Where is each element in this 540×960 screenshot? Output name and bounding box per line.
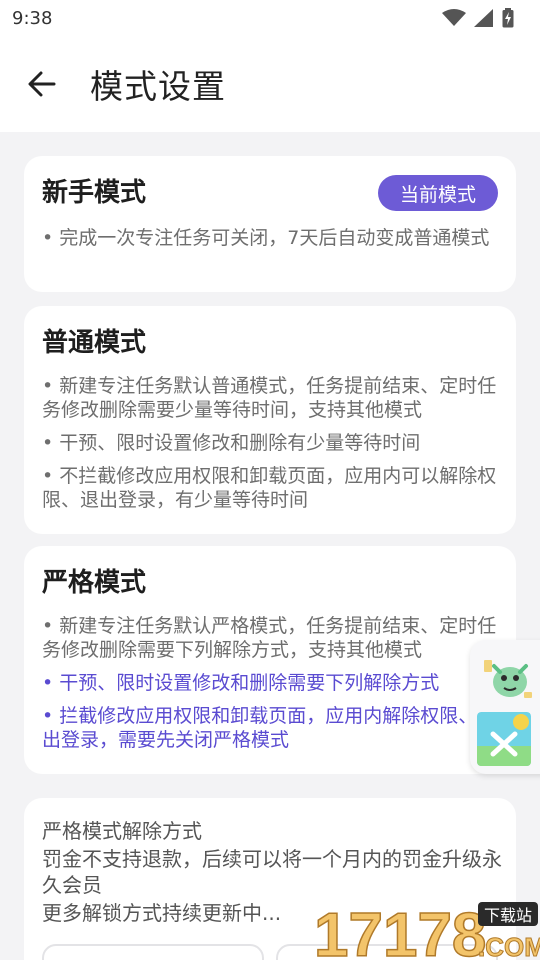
status-bar: 9:38 bbox=[0, 0, 540, 36]
description-line: • 干预、限时设置修改和删除有少量等待时间 bbox=[42, 432, 421, 454]
unlock-option-button[interactable] bbox=[42, 944, 264, 960]
app-bar: 模式设置 bbox=[0, 36, 540, 132]
description-line: • 不拦截修改应用权限和卸载页面，应用内可以解除权限、退出登录，有少量等待时间 bbox=[42, 465, 497, 511]
wifi-icon bbox=[442, 9, 466, 26]
back-button[interactable] bbox=[12, 54, 72, 114]
mode-description: • 完成一次专注任务可关闭，7天后自动变成普通模式 bbox=[42, 226, 498, 250]
mode-description: • 新建专注任务默认严格模式，任务提前结束、定时任务修改删除需要下列解除方式，支… bbox=[42, 614, 498, 752]
watermark-number: 17178 bbox=[314, 901, 486, 960]
mode-card-strict[interactable]: 严格模式 • 新建专注任务默认严格模式，任务提前结束、定时任务修改删除需要下列解… bbox=[24, 546, 516, 774]
signal-icon bbox=[474, 9, 493, 27]
arrow-left-icon bbox=[28, 71, 56, 97]
image-icon[interactable] bbox=[477, 712, 531, 766]
watermark-suffix: .COM bbox=[478, 932, 540, 960]
unlock-description: 罚金不支持退款，后续可以将一个月内的罚金升级永久会员 bbox=[42, 847, 502, 897]
mode-card-normal[interactable]: 普通模式 • 新建专注任务默认普通模式，任务提前结束、定时任务修改删除需要少量等… bbox=[24, 306, 516, 534]
description-line-highlight: • 干预、限时设置修改和删除需要下列解除方式 bbox=[42, 672, 440, 694]
battery-icon bbox=[502, 8, 514, 28]
page-title: 模式设置 bbox=[90, 67, 226, 106]
current-mode-badge: 当前模式 bbox=[378, 175, 498, 211]
unlock-title: 严格模式解除方式 bbox=[42, 819, 202, 843]
description-line-highlight: • 拦截修改应用权限和卸载页面，应用内解除权限、退出登录，需要先关闭严格模式 bbox=[42, 705, 497, 751]
mode-description: • 新建专注任务默认普通模式，任务提前结束、定时任务修改删除需要少量等待时间，支… bbox=[42, 374, 498, 512]
mode-title: 严格模式 bbox=[42, 568, 147, 598]
mode-title: 普通模式 bbox=[42, 328, 147, 358]
description-line: • 新建专注任务默认普通模式，任务提前结束、定时任务修改删除需要少量等待时间，支… bbox=[42, 375, 497, 421]
floating-widget[interactable] bbox=[470, 640, 540, 774]
status-icons bbox=[442, 8, 514, 28]
screen: 9:38 模式设置 新手模式 当前模式 • 完成一次专注任务可关闭，7天后自动变… bbox=[0, 0, 540, 960]
description-line: • 完成一次专注任务可关闭，7天后自动变成普通模式 bbox=[42, 227, 490, 249]
mascot-icon[interactable] bbox=[480, 652, 536, 702]
status-time: 9:38 bbox=[12, 7, 53, 29]
watermark-tag: 下载站 bbox=[484, 906, 532, 925]
unlock-more-text: 更多解锁方式持续更新中... bbox=[42, 901, 282, 925]
description-line: • 新建专注任务默认严格模式，任务提前结束、定时任务修改删除需要下列解除方式，支… bbox=[42, 615, 497, 661]
mode-title: 新手模式 bbox=[42, 178, 147, 208]
watermark-logo: 17178 下载站 .COM bbox=[312, 894, 540, 960]
mode-card-novice[interactable]: 新手模式 当前模式 • 完成一次专注任务可关闭，7天后自动变成普通模式 bbox=[24, 156, 516, 292]
